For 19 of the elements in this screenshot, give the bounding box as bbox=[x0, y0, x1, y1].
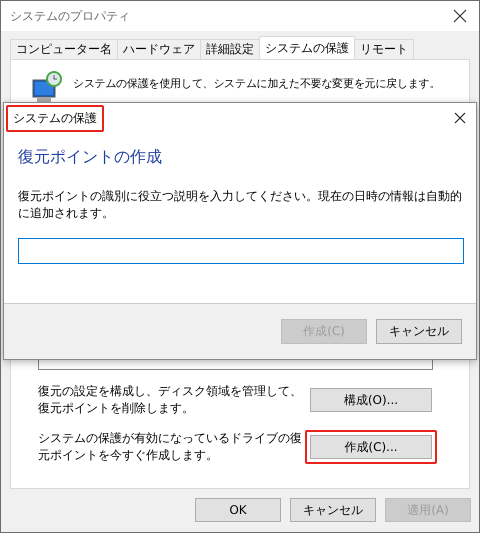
window-title: システムのプロパティ bbox=[10, 8, 130, 24]
tab[interactable]: コンピューター名 bbox=[10, 39, 118, 59]
close-icon[interactable] bbox=[454, 112, 466, 124]
description-text: システムの保護を使用して、システムに加えた不要な変更を元に戻します。 bbox=[73, 76, 440, 91]
computer-icon bbox=[31, 70, 63, 104]
instruction-text: 復元ポイントの識別に役立つ説明を入力してください。現在の日時の情報は自動的に追加されます。 bbox=[18, 188, 462, 222]
tab[interactable]: システムの保護 bbox=[259, 36, 355, 59]
tab[interactable]: リモート bbox=[354, 39, 414, 59]
description-text: システムの保護が有効になっているドライブの復元ポイントを今すぐ作成します。 bbox=[38, 430, 303, 464]
dialog-heading: 復元ポイントの作成 bbox=[18, 147, 163, 168]
dialog-button[interactable]: キャンセル bbox=[376, 319, 462, 344]
close-icon[interactable] bbox=[453, 9, 467, 23]
dialog-button[interactable]: キャンセル bbox=[290, 498, 376, 522]
dialog-title: システムの保護 bbox=[6, 104, 104, 132]
description-input[interactable] bbox=[18, 238, 464, 264]
action-button[interactable]: 作成(C)... bbox=[310, 435, 432, 459]
dialog-button[interactable]: OK bbox=[195, 498, 281, 522]
action-button[interactable]: 構成(O)... bbox=[310, 388, 432, 412]
description-text: 復元の設定を構成し、ディスク領域を管理して、復元ポイントを削除します。 bbox=[38, 383, 303, 417]
